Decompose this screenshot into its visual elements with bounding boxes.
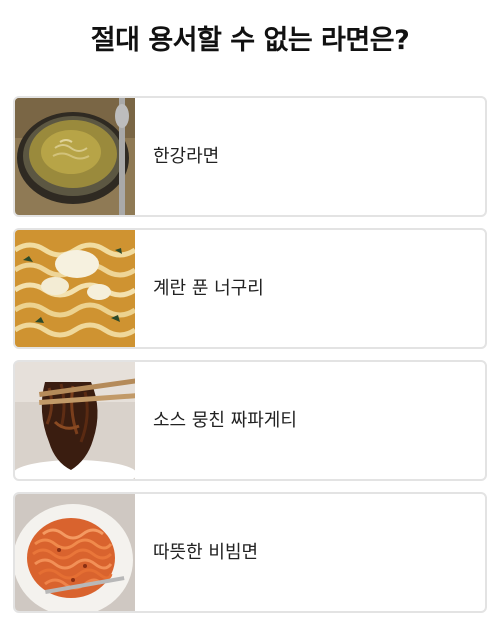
option-label: 한강라면 — [153, 146, 220, 167]
poll-title: 절대 용서할 수 없는 라면은? — [90, 25, 410, 56]
option-label: 따뜻한 비빔면 — [153, 542, 259, 563]
egg-noodle-photo — [15, 230, 135, 347]
ramen-bowl-photo — [15, 98, 135, 215]
poll-option-2[interactable]: 계란 푼 너구리 — [13, 228, 487, 349]
poll-option-1[interactable]: 한강라면 — [13, 96, 487, 217]
option-label: 소스 뭉친 짜파게티 — [153, 410, 297, 431]
jjapaghetti-photo — [15, 362, 135, 479]
option-label: 계란 푼 너구리 — [153, 278, 264, 299]
poll-option-3[interactable]: 소스 뭉친 짜파게티 — [13, 360, 487, 481]
poll-option-4[interactable]: 따뜻한 비빔면 — [13, 492, 487, 613]
poll-options: 한강라면 계란 푼 너구리 소스 뭉친 짜파게티 따뜻한 비빔면 — [13, 96, 487, 624]
bibimmyeon-photo — [15, 494, 135, 611]
